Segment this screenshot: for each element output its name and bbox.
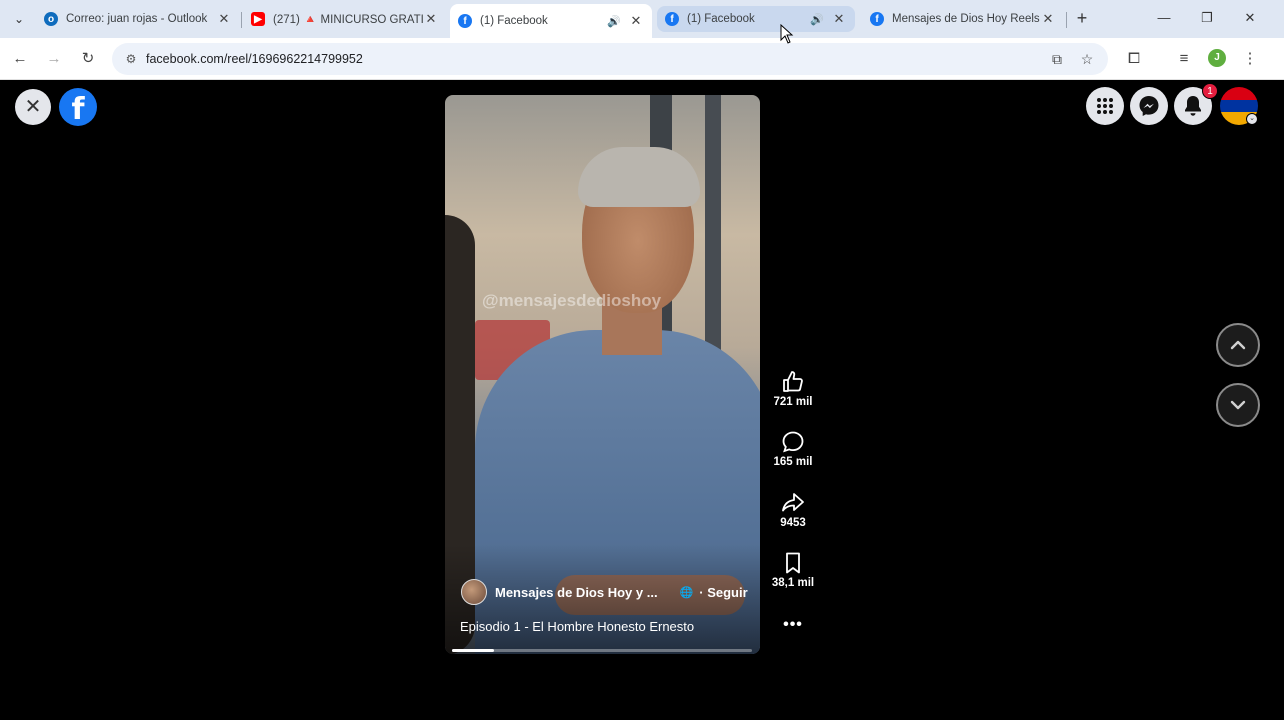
tab-title: Correo: juan rojas - Outlook: [66, 13, 208, 25]
comment-icon: [782, 431, 804, 453]
tab-facebook-second[interactable]: f (1) Facebook 🔊 ✕: [657, 6, 855, 32]
tab-close-icon[interactable]: ✕: [628, 13, 644, 29]
facebook-icon: f: [665, 12, 679, 26]
tab-separator: [1066, 12, 1067, 28]
site-info-icon[interactable]: ⚙: [120, 52, 142, 66]
outlook-icon: o: [44, 12, 58, 26]
facebook-icon: f: [870, 12, 884, 26]
tab-close-icon[interactable]: ✕: [423, 11, 439, 27]
mouse-cursor-icon: [780, 24, 794, 44]
grid-icon: [1097, 98, 1113, 114]
menu-grid-button[interactable]: [1086, 87, 1124, 125]
tab-search-button[interactable]: ⌄: [8, 8, 30, 30]
install-app-icon[interactable]: ⧉: [1046, 43, 1068, 75]
follow-button[interactable]: · Seguir: [699, 585, 747, 600]
reel-author-row: Mensajes de Dios Hoy y ... 🌐 · Seguir: [461, 579, 760, 605]
bell-icon: [1185, 96, 1201, 116]
tab-close-icon[interactable]: ✕: [216, 11, 232, 27]
thumbs-up-icon: [783, 371, 803, 392]
comment-count: 165 mil: [773, 456, 813, 468]
previous-reel-button[interactable]: [1216, 323, 1260, 367]
chevron-down-icon: [1230, 400, 1246, 410]
facebook-icon: f: [458, 14, 472, 28]
close-reel-button[interactable]: ✕: [15, 89, 51, 125]
restore-button[interactable]: ❐: [1193, 6, 1221, 30]
profile-avatar[interactable]: J: [1208, 49, 1226, 67]
tab-separator: [241, 12, 242, 28]
globe-icon: 🌐: [679, 586, 694, 599]
author-avatar[interactable]: [461, 579, 487, 605]
reel-page: ✕ f 1 ⌄ @mensajesdedioshoy Mensajes de D…: [0, 80, 1284, 720]
new-tab-button[interactable]: +: [1072, 8, 1092, 28]
minimize-button[interactable]: —: [1150, 6, 1178, 30]
tab-mensajes[interactable]: f Mensajes de Dios Hoy Reels ✕: [862, 6, 1064, 32]
messenger-icon: [1139, 96, 1159, 116]
messenger-button[interactable]: [1130, 87, 1168, 125]
speaker-icon[interactable]: 🔊: [809, 13, 825, 26]
reel-video[interactable]: @mensajesdedioshoy Mensajes de Dios Hoy …: [445, 95, 760, 654]
chevron-up-icon: [1230, 340, 1246, 350]
tab-outlook[interactable]: o Correo: juan rojas - Outlook ✕: [36, 6, 240, 32]
tab-close-icon[interactable]: ✕: [1040, 11, 1056, 27]
bookmark-star-icon[interactable]: ☆: [1076, 43, 1098, 75]
comment-button[interactable]: 165 mil: [768, 430, 818, 468]
back-button[interactable]: ←: [8, 47, 32, 71]
save-count: 38,1 mil: [771, 577, 815, 589]
tab-title: (1) Facebook: [480, 15, 548, 27]
share-icon: [782, 493, 804, 512]
forward-button[interactable]: →: [42, 47, 66, 71]
account-caret-icon[interactable]: ⌄: [1246, 113, 1258, 125]
next-reel-button[interactable]: [1216, 383, 1260, 427]
share-button[interactable]: 9453: [768, 491, 818, 529]
reel-caption[interactable]: Episodio 1 - El Hombre Honesto Ernesto: [460, 619, 694, 634]
url-text: facebook.com/reel/1696962214799952: [146, 52, 363, 66]
tab-title: (271) 🔺 MINICURSO GRATIS: [273, 14, 423, 26]
author-name[interactable]: Mensajes de Dios Hoy y ...: [495, 585, 658, 600]
like-button[interactable]: 721 mil: [768, 370, 818, 408]
tab-youtube[interactable]: ▶ (271) 🔺 MINICURSO GRATIS ✕: [243, 6, 447, 32]
extensions-icon[interactable]: ⧠: [1122, 47, 1146, 71]
reload-button[interactable]: ↻: [76, 47, 100, 71]
media-control-icon[interactable]: ≡: [1172, 47, 1196, 71]
video-subject: [578, 147, 700, 207]
browser-tabstrip: ⌄ o Correo: juan rojas - Outlook ✕ ▶ (27…: [0, 0, 1284, 38]
browser-toolbar: ← → ↻ ⚙ facebook.com/reel/16969622147999…: [0, 38, 1284, 80]
youtube-icon: ▶: [251, 12, 265, 26]
notifications-button[interactable]: 1: [1174, 83, 1218, 125]
notification-badge: 1: [1202, 83, 1218, 99]
address-bar[interactable]: ⚙ facebook.com/reel/1696962214799952 ⧉ ☆: [112, 43, 1108, 75]
speaker-icon[interactable]: 🔊: [606, 15, 622, 28]
more-options-icon[interactable]: •••: [782, 616, 804, 634]
tab-close-icon[interactable]: ✕: [831, 11, 847, 27]
video-progress-bar[interactable]: [452, 649, 752, 652]
tab-facebook-active[interactable]: f (1) Facebook 🔊 ✕: [450, 4, 652, 38]
video-progress-fill: [452, 649, 494, 652]
save-button[interactable]: 38,1 mil: [768, 551, 818, 589]
bookmark-icon: [786, 552, 800, 574]
share-count: 9453: [780, 517, 806, 529]
browser-menu-icon[interactable]: ⋮: [1238, 47, 1262, 71]
tab-title: Mensajes de Dios Hoy Reels: [892, 13, 1040, 25]
window-close-button[interactable]: ✕: [1236, 6, 1264, 30]
like-count: 721 mil: [773, 396, 813, 408]
video-watermark: @mensajesdedioshoy: [482, 291, 662, 310]
facebook-logo-icon[interactable]: f: [59, 88, 97, 126]
